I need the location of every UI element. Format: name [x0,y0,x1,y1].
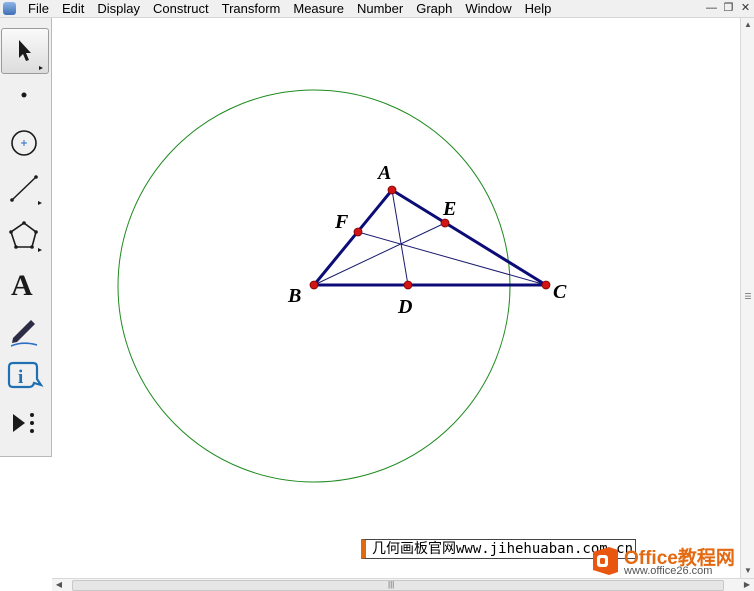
menu-construct[interactable]: Construct [153,0,209,17]
label-c[interactable]: C [553,281,567,303]
point-tool[interactable] [1,74,47,118]
text-tool-glyph: A [11,269,33,302]
point-b[interactable] [309,280,319,290]
menu-file[interactable]: File [28,0,49,17]
play-more-icon [13,413,34,433]
arrow-icon [19,40,43,70]
point-icon [21,92,27,98]
label-a[interactable]: A [376,162,391,184]
point-a[interactable] [387,185,397,195]
menu-display[interactable]: Display [97,0,140,17]
text-tool[interactable]: A [1,262,47,306]
scroll-up-icon[interactable]: ▲ [741,18,754,32]
label-b[interactable]: B [287,285,301,307]
label-e[interactable]: E [442,198,456,220]
close-icon[interactable]: ✕ [737,0,754,17]
pen-icon [10,320,38,347]
vertical-grip-icon[interactable]: ☰ [744,293,752,301]
point-f[interactable] [353,227,363,237]
office-logo-url: www.office26.com [624,565,713,577]
label-f[interactable]: F [334,211,349,233]
circle-icon [11,130,37,156]
menu-edit[interactable]: Edit [62,0,84,17]
point-d[interactable] [403,280,413,290]
median-be[interactable] [313,222,446,286]
straightedge-tool[interactable] [1,168,47,212]
triangle-abc[interactable] [312,188,548,287]
menu-measure[interactable]: Measure [293,0,344,17]
custom-tool[interactable] [1,402,47,446]
menu-transform[interactable]: Transform [222,0,281,17]
sketch-drawing: A B C D E F [117,89,567,483]
svg-text:i: i [18,367,23,388]
sketch-canvas[interactable]: A B C D E F [52,18,740,578]
line-icon [10,175,42,205]
scroll-left-icon[interactable]: ◀ [52,579,66,591]
horizontal-grip-icon[interactable]: ||| [388,579,394,590]
menu-bar: File Edit Display Construct Transform Me… [0,0,754,18]
office-logo-watermark: Office教程网 www.office26.com [590,542,750,582]
menu-number[interactable]: Number [357,0,403,17]
polygon-tool[interactable] [1,215,47,259]
menu-graph[interactable]: Graph [416,0,452,17]
text-A-icon: A [11,269,33,302]
menu-help[interactable]: Help [525,0,552,17]
pentagon-icon [9,221,42,252]
minimize-icon[interactable]: — [703,0,720,17]
point-e[interactable] [440,218,450,228]
arrow-select-tool[interactable] [1,28,49,74]
compass-tool[interactable] [1,121,47,165]
menu-window[interactable]: Window [465,0,511,17]
vertical-scrollbar[interactable]: ▲ ☰ ▼ [740,18,754,578]
label-d[interactable]: D [397,296,412,318]
toolbox: A i [0,18,52,457]
restore-icon[interactable]: ❐ [720,0,737,17]
median-ad[interactable] [391,189,409,286]
information-tool[interactable]: i [1,355,47,399]
median-cf[interactable] [357,231,547,286]
point-c[interactable] [541,280,551,290]
app-icon[interactable] [3,2,16,15]
office-logo-icon [593,547,618,575]
marker-tool[interactable] [1,308,47,352]
info-icon: i [7,361,44,389]
